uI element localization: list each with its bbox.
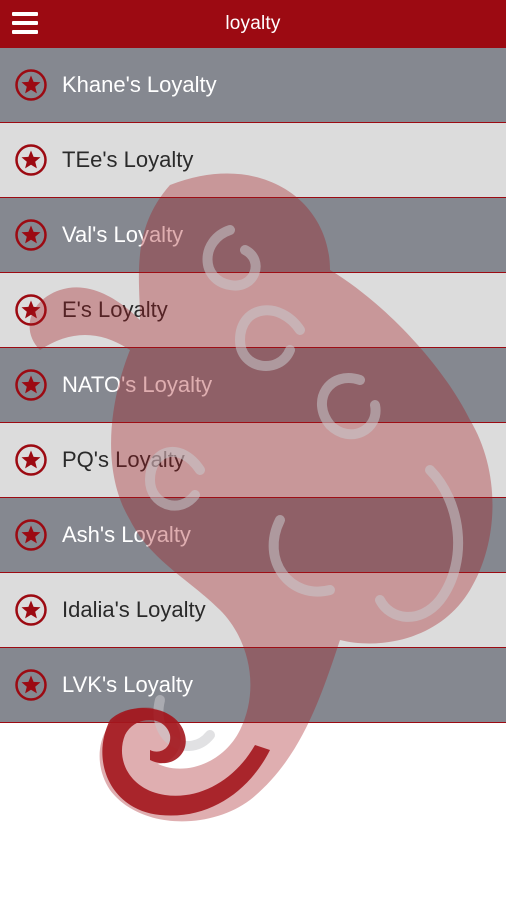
list-item-label: NATO's Loyalty — [62, 372, 213, 397]
star-circle-icon — [14, 443, 48, 477]
list-item-ash[interactable]: Ash's Loyalty — [0, 498, 506, 573]
list-item-label: Val's Loyalty — [62, 222, 184, 247]
list-item-label: Khane's Loyalty — [62, 72, 217, 97]
loyalty-list: Khane's Loyalty TEe's Loyalty Val's Loya… — [0, 48, 506, 723]
list-item-label: TEe's Loyalty — [62, 147, 194, 172]
list-item-label: E's Loyalty — [62, 297, 168, 322]
star-circle-icon — [14, 368, 48, 402]
star-circle-icon — [14, 293, 48, 327]
list-item-label: LVK's Loyalty — [62, 672, 193, 697]
star-circle-icon — [14, 68, 48, 102]
list-item-val[interactable]: Val's Loyalty — [0, 198, 506, 273]
top-app-bar: loyalty — [0, 0, 506, 48]
star-circle-icon — [14, 518, 48, 552]
list-item-tee[interactable]: TEe's Loyalty — [0, 123, 506, 198]
list-item-e[interactable]: E's Loyalty — [0, 273, 506, 348]
star-circle-icon — [14, 593, 48, 627]
star-circle-icon — [14, 218, 48, 252]
list-item-nato[interactable]: NATO's Loyalty — [0, 348, 506, 423]
list-item-label: PQ's Loyalty — [62, 447, 185, 472]
hamburger-menu-icon[interactable] — [12, 12, 38, 34]
star-circle-icon — [14, 143, 48, 177]
list-item-lvk[interactable]: LVK's Loyalty — [0, 648, 506, 723]
list-item-khane[interactable]: Khane's Loyalty — [0, 48, 506, 123]
page-title: loyalty — [225, 13, 281, 34]
star-circle-icon — [14, 668, 48, 702]
list-item-pq[interactable]: PQ's Loyalty — [0, 423, 506, 498]
list-item-idalia[interactable]: Idalia's Loyalty — [0, 573, 506, 648]
list-item-label: Ash's Loyalty — [62, 522, 191, 547]
list-item-label: Idalia's Loyalty — [62, 597, 206, 622]
